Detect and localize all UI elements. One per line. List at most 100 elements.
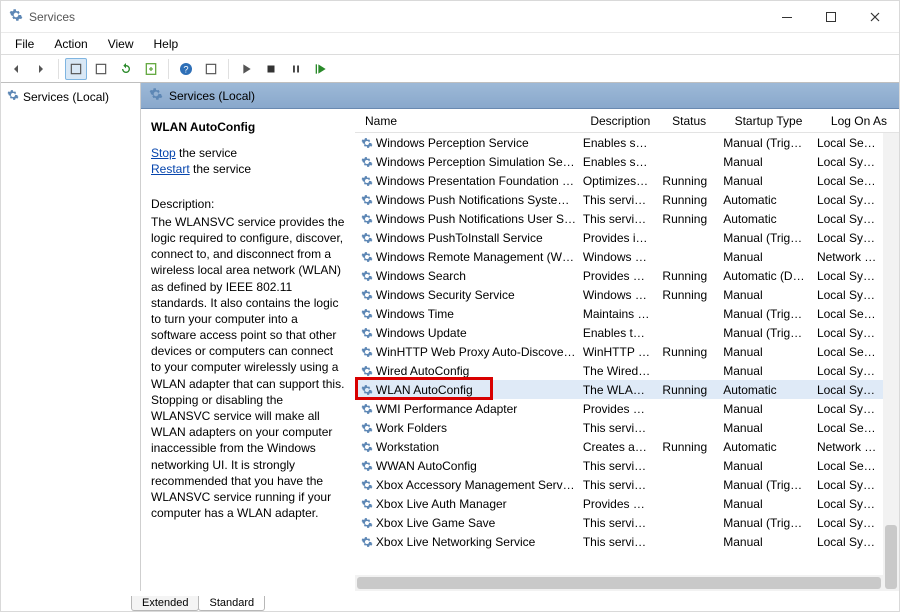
service-name-cell: Workstation bbox=[376, 440, 577, 454]
stop-icon bbox=[264, 62, 278, 76]
service-logon-cell: Local Syster bbox=[811, 383, 883, 397]
service-row[interactable]: WorkstationCreates and ...RunningAutomat… bbox=[355, 437, 883, 456]
restart-service-text: the service bbox=[190, 162, 251, 176]
export-icon bbox=[143, 61, 159, 77]
service-logon-cell: Local Syster bbox=[811, 193, 883, 207]
gear-icon bbox=[359, 213, 376, 225]
service-row[interactable]: Windows SearchProvides co...RunningAutom… bbox=[355, 266, 883, 285]
service-row[interactable]: Windows Perception Simulation ServiceEna… bbox=[355, 152, 883, 171]
service-row[interactable]: Windows Perception ServiceEnables spat..… bbox=[355, 133, 883, 152]
gear-icon bbox=[359, 536, 376, 548]
export-button[interactable] bbox=[140, 58, 162, 80]
nav-back-button[interactable] bbox=[5, 58, 27, 80]
service-name-cell: Wired AutoConfig bbox=[376, 364, 577, 378]
menu-action[interactable]: Action bbox=[44, 34, 97, 54]
tab-standard[interactable]: Standard bbox=[198, 596, 265, 611]
service-logon-cell: Local Servic bbox=[811, 136, 883, 150]
start-service-button[interactable] bbox=[235, 58, 257, 80]
service-startup-cell: Manual bbox=[717, 421, 811, 435]
menu-view[interactable]: View bbox=[98, 34, 144, 54]
menu-file[interactable]: File bbox=[5, 34, 44, 54]
service-desc-cell: Enables the ... bbox=[577, 326, 657, 340]
vertical-scrollbar[interactable] bbox=[883, 133, 899, 591]
show-hide-tree-button[interactable] bbox=[65, 58, 87, 80]
bottom-tabs: Extended Standard bbox=[1, 591, 899, 611]
menu-help[interactable]: Help bbox=[144, 34, 189, 54]
service-row[interactable]: Wired AutoConfigThe Wired A...ManualLoca… bbox=[355, 361, 883, 380]
service-startup-cell: Manual (Trigg... bbox=[717, 326, 811, 340]
tab-extended[interactable]: Extended bbox=[131, 596, 199, 611]
service-row[interactable]: Windows PushToInstall ServiceProvides in… bbox=[355, 228, 883, 247]
panel-header: Services (Local) bbox=[141, 83, 899, 109]
maximize-button[interactable] bbox=[809, 2, 853, 32]
gear-icon bbox=[359, 460, 376, 472]
minimize-button[interactable] bbox=[765, 2, 809, 32]
service-desc-cell: Provides per... bbox=[577, 402, 657, 416]
minimize-icon bbox=[781, 11, 793, 23]
service-row[interactable]: WinHTTP Web Proxy Auto-Discovery S...Win… bbox=[355, 342, 883, 361]
panel-title: Services (Local) bbox=[169, 89, 255, 103]
service-logon-cell: Local Syster bbox=[811, 516, 883, 530]
restart-service-link[interactable]: Restart bbox=[151, 162, 190, 176]
service-row[interactable]: Windows UpdateEnables the ... Manual (Tri… bbox=[355, 323, 883, 342]
col-name[interactable]: Name bbox=[359, 114, 584, 128]
service-detail-panel: WLAN AutoConfig Stop the service Restart… bbox=[141, 109, 355, 591]
service-row[interactable]: Windows Presentation Foundation Fo...Opt… bbox=[355, 171, 883, 190]
gear-icon bbox=[359, 422, 376, 434]
gear-icon bbox=[359, 365, 376, 377]
service-row[interactable]: Windows Push Notifications System Se...T… bbox=[355, 190, 883, 209]
gear-icon bbox=[359, 289, 376, 301]
service-status-cell: Running bbox=[656, 288, 717, 302]
col-status[interactable]: Status bbox=[666, 114, 728, 128]
service-row[interactable]: Xbox Accessory Management ServiceThis se… bbox=[355, 475, 883, 494]
service-row[interactable]: Windows Push Notifications User Servi...… bbox=[355, 209, 883, 228]
service-row[interactable]: Xbox Live Game SaveThis service ...Manua… bbox=[355, 513, 883, 532]
col-startup[interactable]: Startup Type bbox=[729, 114, 825, 128]
service-logon-cell: Local Syster bbox=[811, 535, 883, 549]
gear-icon bbox=[359, 517, 376, 529]
services-window: Services File Action View Help Services bbox=[0, 0, 900, 612]
horizontal-scrollbar[interactable] bbox=[355, 575, 883, 591]
service-row[interactable]: Work FoldersThis service ...ManualLocal … bbox=[355, 418, 883, 437]
service-row[interactable]: Xbox Live Networking ServiceThis service… bbox=[355, 532, 883, 551]
scrollbar-thumb[interactable] bbox=[357, 577, 881, 589]
tree-root[interactable]: Services (Local) bbox=[1, 87, 140, 106]
menubar: File Action View Help bbox=[1, 33, 899, 55]
restart-service-button[interactable] bbox=[310, 58, 332, 80]
service-startup-cell: Automatic bbox=[717, 212, 811, 226]
service-row[interactable]: Windows TimeMaintains d...Manual (Trigg.… bbox=[355, 304, 883, 323]
service-logon-cell: Local Syster bbox=[811, 269, 883, 283]
refresh-icon bbox=[118, 61, 134, 77]
nav-forward-button[interactable] bbox=[30, 58, 52, 80]
details-button[interactable] bbox=[200, 58, 222, 80]
service-startup-cell: Manual bbox=[717, 535, 811, 549]
service-row[interactable]: WMI Performance AdapterProvides per...Ma… bbox=[355, 399, 883, 418]
service-status-cell: Running bbox=[656, 383, 717, 397]
gear-icon bbox=[359, 403, 376, 415]
stop-service-link[interactable]: Stop bbox=[151, 146, 176, 160]
service-startup-cell: Manual (Trigg... bbox=[717, 136, 811, 150]
service-logon-cell: Local Syster bbox=[811, 326, 883, 340]
service-name-cell: Windows PushToInstall Service bbox=[376, 231, 577, 245]
service-startup-cell: Manual bbox=[717, 402, 811, 416]
col-logon[interactable]: Log On As bbox=[825, 114, 899, 128]
scrollbar-thumb[interactable] bbox=[885, 525, 897, 589]
service-startup-cell: Manual (Trigg... bbox=[717, 478, 811, 492]
service-row[interactable]: Xbox Live Auth ManagerProvides aut...Man… bbox=[355, 494, 883, 513]
close-button[interactable] bbox=[853, 2, 897, 32]
service-name-cell: Windows Update bbox=[376, 326, 577, 340]
service-row[interactable]: Windows Remote Management (WS-...Windows… bbox=[355, 247, 883, 266]
col-desc[interactable]: Description bbox=[584, 114, 666, 128]
service-row[interactable]: Windows Security ServiceWindows Se...Run… bbox=[355, 285, 883, 304]
pause-service-button[interactable] bbox=[285, 58, 307, 80]
service-row[interactable]: WWAN AutoConfigThis service ...ManualLoc… bbox=[355, 456, 883, 475]
gear-icon bbox=[359, 194, 376, 206]
service-name-cell: WLAN AutoConfig bbox=[376, 383, 577, 397]
help-button[interactable] bbox=[175, 58, 197, 80]
service-row[interactable]: WLAN AutoConfigThe WLANS...RunningAutoma… bbox=[355, 380, 883, 399]
stop-service-text: the service bbox=[176, 146, 237, 160]
properties-button[interactable] bbox=[90, 58, 112, 80]
stop-service-button[interactable] bbox=[260, 58, 282, 80]
titlebar[interactable]: Services bbox=[1, 1, 899, 33]
refresh-button[interactable] bbox=[115, 58, 137, 80]
